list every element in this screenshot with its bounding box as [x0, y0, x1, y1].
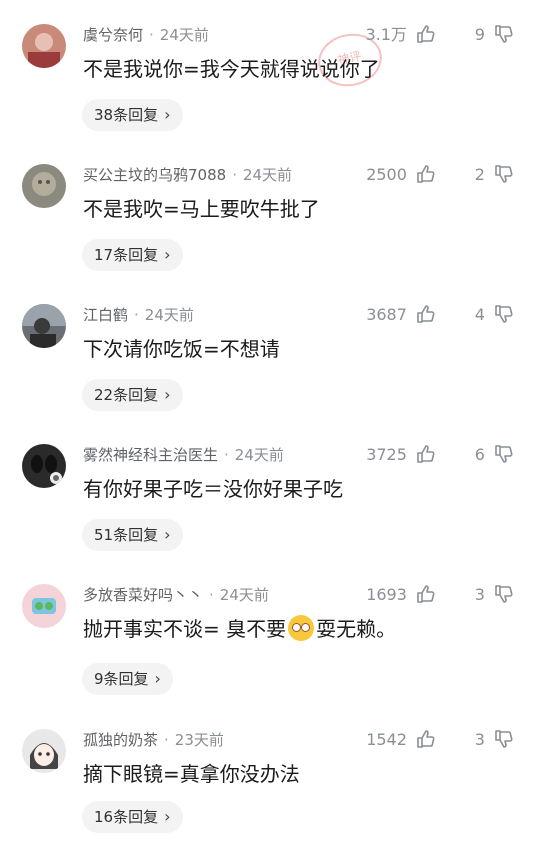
thumbs-up-icon: [417, 585, 435, 603]
username[interactable]: 雾然神经科主治医生: [83, 446, 218, 464]
thumbs-down-icon: [495, 585, 513, 603]
dislike-button[interactable]: 3: [475, 582, 514, 608]
timestamp: 24天前: [144, 306, 194, 324]
view-replies-button[interactable]: 16条回复 ›: [82, 801, 183, 833]
like-button[interactable]: 3687: [366, 302, 436, 328]
like-count: 3.1万: [365, 25, 407, 44]
like-button[interactable]: 1693: [366, 582, 436, 608]
comment-meta: 买公主坟的乌鸦7088 · 24天前: [83, 166, 293, 184]
username[interactable]: 江白鹤: [83, 306, 128, 324]
thumbs-down-icon: [495, 730, 513, 748]
avatar[interactable]: [22, 584, 66, 628]
avatar[interactable]: [22, 24, 66, 68]
view-replies-button[interactable]: 9条回复 ›: [82, 663, 173, 695]
thumbs-up-icon: [417, 25, 435, 43]
thumbs-up-icon: [417, 730, 435, 748]
dislike-count: 2: [474, 165, 485, 184]
timestamp: 23天前: [174, 731, 224, 749]
thumbs-down-icon: [495, 305, 513, 323]
comment-meta: 多放香菜好吗丶丶 · 24天前: [83, 586, 269, 604]
comment-text: 不是我说你=我今天就得说说你了: [83, 57, 380, 81]
chevron-right-icon: ›: [154, 669, 161, 688]
thumbs-down-icon: [495, 165, 513, 183]
username[interactable]: 多放香菜好吗丶丶: [83, 586, 203, 604]
comment-meta: 孤独的奶茶 · 23天前: [83, 731, 224, 749]
dislike-count: 9: [474, 25, 485, 44]
chevron-right-icon: ›: [164, 807, 171, 826]
like-button[interactable]: 3725: [366, 442, 436, 468]
dislike-count: 6: [474, 445, 485, 464]
view-replies-button[interactable]: 51条回复 ›: [82, 519, 183, 551]
view-replies-button[interactable]: 22条回复 ›: [82, 379, 183, 411]
view-replies-button[interactable]: 38条回复 ›: [82, 99, 183, 131]
like-button[interactable]: 3.1万: [365, 22, 436, 48]
thumbs-up-icon: [417, 305, 435, 323]
avatar[interactable]: [22, 304, 66, 348]
comment-text: 不是我吹=马上要吹牛批了: [83, 197, 320, 221]
smug-emoji-icon: [288, 615, 315, 641]
timestamp: 24天前: [219, 586, 269, 604]
like-count: 1693: [366, 585, 407, 604]
chevron-right-icon: ›: [164, 105, 171, 124]
chevron-right-icon: ›: [164, 525, 171, 544]
timestamp: 24天前: [234, 446, 284, 464]
avatar[interactable]: [22, 444, 66, 488]
comment-meta: 江白鹤 · 24天前: [83, 306, 194, 324]
comment-meta: 虞兮奈何 · 24天前: [83, 26, 209, 44]
comment-text: 下次请你吃饭=不想请: [83, 337, 280, 361]
chevron-right-icon: ›: [164, 385, 171, 404]
like-button[interactable]: 2500: [366, 162, 436, 188]
comment-text: 有你好果子吃＝没你好果子吃: [83, 477, 343, 501]
username[interactable]: 孤独的奶茶: [83, 731, 158, 749]
dislike-button[interactable]: 3: [475, 727, 514, 753]
timestamp: 24天前: [242, 166, 293, 184]
like-count: 3725: [366, 445, 407, 464]
avatar[interactable]: [22, 164, 66, 208]
thumbs-up-icon: [417, 445, 435, 463]
thumbs-down-icon: [495, 25, 513, 43]
dislike-count: 3: [474, 730, 485, 749]
comment-meta: 雾然神经科主治医生 · 24天前: [83, 446, 284, 464]
timestamp: 24天前: [159, 26, 209, 44]
like-count: 2500: [366, 165, 407, 184]
like-button[interactable]: 1542: [366, 727, 436, 753]
thumbs-up-icon: [417, 165, 435, 183]
comment-text: 摘下眼镜=真拿你没办法: [83, 762, 300, 786]
avatar[interactable]: [22, 729, 66, 773]
dislike-button[interactable]: 4: [475, 302, 514, 328]
like-count: 1542: [366, 730, 407, 749]
dislike-button[interactable]: 2: [475, 162, 514, 188]
dislike-count: 3: [474, 585, 485, 604]
thumbs-down-icon: [495, 445, 513, 463]
chevron-right-icon: ›: [164, 245, 171, 264]
comment-text: 抛开事实不谈= 臭不要 耍无赖。: [83, 615, 397, 641]
username[interactable]: 买公主坟的乌鸦7088: [83, 166, 226, 184]
dislike-count: 4: [474, 305, 485, 324]
dislike-button[interactable]: 6: [475, 442, 514, 468]
dislike-button[interactable]: 9: [475, 22, 514, 48]
username[interactable]: 虞兮奈何: [83, 26, 143, 44]
like-count: 3687: [366, 305, 407, 324]
view-replies-button[interactable]: 17条回复 ›: [82, 239, 183, 271]
